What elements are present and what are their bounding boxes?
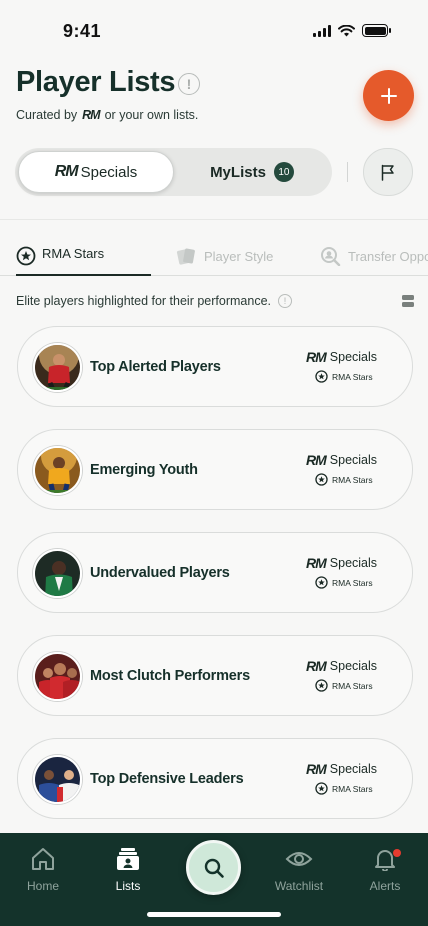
mylists-count-badge: 10 [273,162,294,182]
info-icon[interactable]: ! [278,294,292,308]
list-tag-label: Specials [329,762,378,776]
list-subtag-label: RMA Stars [332,371,373,382]
nav-watchlist-label: Watchlist [274,879,324,893]
list-avatar [33,549,82,598]
list-subtag-label: RMA Stars [332,474,373,485]
segment-mylists[interactable]: MyLists 10 [177,151,327,193]
list-subtag: RMA Stars [315,473,373,486]
subtitle-prefix: Curated by [16,108,78,122]
nav-home[interactable]: Home [8,847,78,893]
list-avatar [33,755,82,804]
search-person-icon [321,247,341,266]
list-subtag-label: RMA Stars [332,577,373,588]
rm-logo: RM [306,761,327,777]
star-ball-icon [315,370,328,383]
rm-logo: RM [306,452,327,468]
list-title: Undervalued Players [90,565,230,581]
list-tag-label: Specials [329,659,378,673]
rm-logo: RM [306,349,327,365]
list-title: Top Defensive Leaders [90,771,244,787]
nav-lists-label: Lists [115,879,141,893]
star-ball-icon [315,473,328,486]
list-card[interactable]: Top Alerted Players RM Specials RMA Star… [17,326,413,407]
section-description: Elite players highlighted for their perf… [16,294,292,308]
view-toggle-icon[interactable] [402,295,414,307]
list-source-toggle: RM Specials MyLists 10 [15,148,332,196]
eye-icon [285,852,313,866]
list-subtag-label: RMA Stars [332,680,373,691]
star-ball-icon [16,246,36,266]
wifi-icon [338,24,355,36]
flag-icon [381,164,394,181]
add-list-button[interactable] [363,70,414,121]
tab-label: Player Style [204,248,274,264]
battery-icon [362,24,391,37]
list-avatar [33,343,82,392]
home-icon [32,848,54,870]
signal-icon [313,24,331,37]
status-icons [313,24,391,37]
tab-player-style[interactable]: Player Style [176,246,273,266]
segment-specials[interactable]: RM Specials [18,151,174,193]
list-tag-label: Specials [329,350,378,364]
list-subtag: RMA Stars [315,679,373,692]
rm-logo: RM [82,108,100,122]
search-icon [204,858,224,878]
list-card[interactable]: Most Clutch Performers RM Specials RMA S… [17,635,413,716]
list-title: Top Alerted Players [90,359,221,375]
nav-home-label: Home [26,879,59,893]
nav-alerts[interactable]: Alerts [350,847,420,893]
nav-watchlist[interactable]: Watchlist [264,847,334,893]
page-title: Player Lists [16,66,176,98]
list-tag: RM Specials [306,555,377,571]
list-subtag: RMA Stars [315,782,373,795]
status-bar: 9:41 [0,0,428,60]
search-button[interactable] [186,840,241,895]
list-avatar [33,446,82,495]
tab-label: Transfer Oppor [348,248,428,264]
star-ball-icon [315,782,328,795]
header-divider [0,219,428,220]
divider [347,162,348,182]
home-indicator [147,912,281,917]
category-tabs: RMA Stars Player Style Transfer Oppor [0,236,428,276]
list-subtag: RMA Stars [315,370,373,383]
lists-icon [117,848,139,870]
flag-button[interactable] [363,148,413,196]
rm-logo: RM [54,163,79,180]
alert-badge [393,849,401,857]
description-text: Elite players highlighted for their perf… [16,294,271,308]
segment-mylists-label: MyLists [210,163,266,181]
star-ball-icon [315,576,328,589]
list-tag: RM Specials [306,452,377,468]
list-tag: RM Specials [306,349,377,365]
list-tag: RM Specials [306,658,377,674]
rm-logo: RM [306,658,327,674]
subtitle-suffix: or your own lists. [104,108,199,122]
list-subtag-label: RMA Stars [332,783,373,794]
list-card[interactable]: Top Defensive Leaders RM Specials RMA St… [17,738,413,819]
tab-label: RMA Stars [42,246,105,261]
list-subtag: RMA Stars [315,576,373,589]
cards-icon [176,248,195,265]
star-ball-icon [315,679,328,692]
rm-logo: RM [306,555,327,571]
page-subtitle: Curated by RM or your own lists. [16,108,198,122]
list-title: Most Clutch Performers [90,668,250,684]
nav-lists[interactable]: Lists [93,847,163,893]
status-time: 9:41 [63,21,102,41]
list-tag: RM Specials [306,761,377,777]
nav-alerts-label: Alerts [369,879,401,893]
tab-transfer-opportunities[interactable]: Transfer Oppor [320,246,428,266]
list-tag-label: Specials [329,556,378,570]
tab-rma-stars[interactable]: RMA Stars [16,246,151,276]
list-card[interactable]: Undervalued Players RM Specials RMA Star… [17,532,413,613]
segment-specials-label: Specials [80,163,138,181]
plus-icon [380,87,397,104]
list-card[interactable]: Emerging Youth RM Specials RMA Stars [17,429,413,510]
info-icon[interactable]: ! [178,73,200,95]
list-title: Emerging Youth [90,462,198,478]
list-avatar [33,652,82,701]
list-tag-label: Specials [329,453,378,467]
